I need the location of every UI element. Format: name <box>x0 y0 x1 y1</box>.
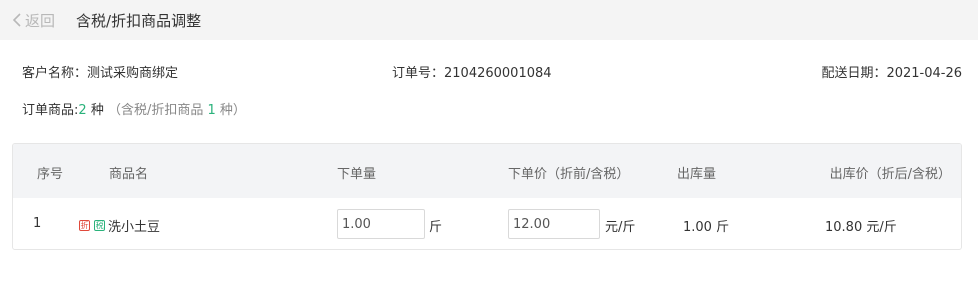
table-header: 序号 商品名 下单量 下单价（折前/含税） 出库量 出库价（折后/含税） <box>13 144 961 198</box>
order-price-input[interactable] <box>508 209 600 239</box>
summary-count: 2 <box>78 103 87 118</box>
col-name: 商品名 <box>109 167 149 182</box>
back-button[interactable]: 返回 <box>11 10 55 31</box>
row-index: 1 <box>33 216 42 231</box>
col-out-price: 出库价（折后/含税） <box>829 167 951 182</box>
order-number: 订单号：2104260001084 <box>392 66 552 81</box>
goods-table: 序号 商品名 下单量 下单价（折前/含税） 出库量 出库价（折后/含税） 1 折… <box>12 143 962 250</box>
table-row: 1 折 税 洗小土豆 斤 元/斤 1.00 斤 10.80 元/斤 <box>13 198 961 249</box>
summary-note-prefix: （含税/折扣商品 <box>107 103 204 118</box>
chevron-left-icon <box>12 13 21 27</box>
customer-name: 客户名称：测试采购商绑定 <box>22 66 179 81</box>
col-order-qty: 下单量 <box>337 167 377 182</box>
order-qty-input[interactable] <box>337 209 425 239</box>
top-bar: 返回 含税/折扣商品调整 <box>0 0 978 40</box>
col-index: 序号 <box>37 167 64 182</box>
tax-tag: 税 <box>94 220 106 231</box>
order-price-unit: 元/斤 <box>605 220 636 235</box>
back-label: 返回 <box>25 11 56 30</box>
discount-tag: 折 <box>79 220 90 231</box>
summary-label: 订单商品: <box>22 103 79 118</box>
order-info: 客户名称：测试采购商绑定 订单号：2104260001084 配送日期：2021… <box>0 62 978 81</box>
out-qty: 1.00 斤 <box>683 220 730 235</box>
product-tags: 折 税 <box>79 217 106 232</box>
col-order-price: 下单价（折前/含税） <box>508 167 630 182</box>
order-goods-summary: 订单商品:2 种 （含税/折扣商品 1 种） <box>22 99 246 118</box>
summary-unit: 种 <box>90 103 104 118</box>
order-qty-unit: 斤 <box>429 220 443 235</box>
summary-note-suffix: 种） <box>219 103 246 118</box>
page-title: 含税/折扣商品调整 <box>76 11 202 30</box>
product-name: 洗小土豆 <box>108 220 161 235</box>
out-price: 10.80 元/斤 <box>825 220 897 235</box>
col-out-qty: 出库量 <box>677 167 717 182</box>
delivery-date: 配送日期：2021-04-26 <box>821 66 962 81</box>
summary-note-count: 1 <box>207 103 216 118</box>
